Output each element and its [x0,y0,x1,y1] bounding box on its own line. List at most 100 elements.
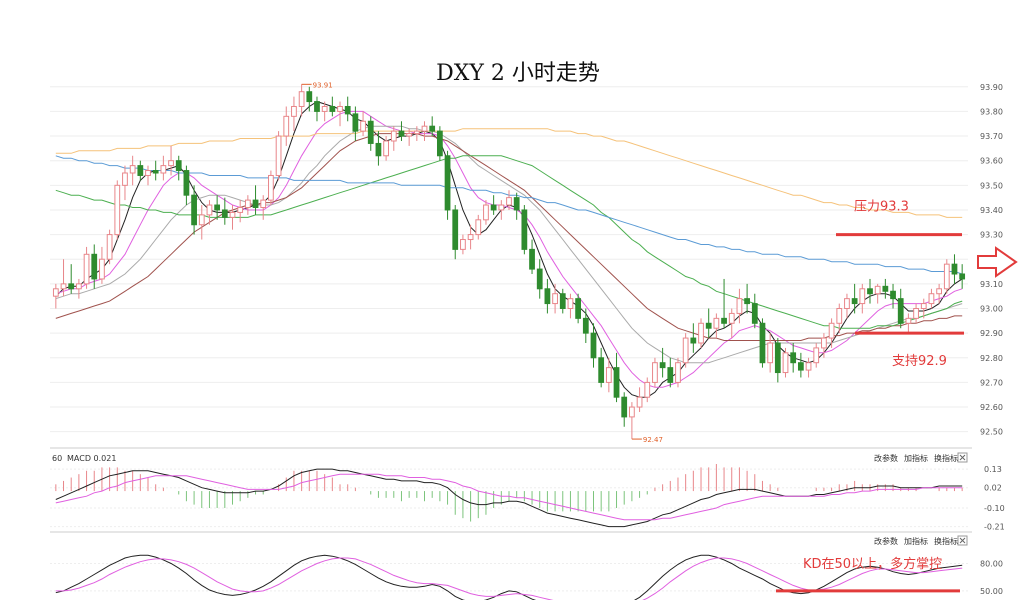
kd-annotation: KD在50以上，多方掌控 [803,556,942,572]
candle-body [751,303,758,324]
y-tick-label: 92.80 [980,354,1003,363]
candle-body [867,288,873,295]
candle-body [629,406,635,418]
candle-body [421,125,428,132]
candle-body [60,283,67,290]
candle-body [506,197,512,206]
candle-body [713,317,720,329]
candle-body [214,204,221,211]
candle-body [137,165,144,176]
toolbar-item: 换指标 [934,453,958,463]
candle-body [91,253,98,280]
candle-body [544,288,551,305]
candle-body [690,337,697,344]
candle [275,131,282,181]
candle-body [552,293,558,305]
main-panel [50,70,970,445]
candle-body [513,197,520,211]
candle-body [821,337,827,349]
candle-body [122,172,128,186]
y-tick-label: 92.90 [980,329,1003,338]
candle [943,259,950,294]
candle-body [375,142,382,157]
candle-body [483,204,489,221]
candle-body [521,209,528,250]
candle-body [306,91,313,103]
candle [782,347,789,378]
y-tick-label: 93.00 [980,305,1003,314]
candle-body [836,308,843,324]
candle-body [767,342,774,364]
macd-y-tick: 0.02 [984,484,1002,493]
candle-body [652,362,658,383]
candle [268,170,274,206]
candle-body [329,105,336,112]
candle-body [191,194,197,226]
candle-body [759,322,766,364]
candle-body [298,91,305,107]
y-tick-label: 93.30 [980,231,1003,240]
candle-body [582,317,589,334]
candle-body [283,115,290,137]
candle-body [905,317,912,324]
candle-body [897,298,904,324]
candle-body [460,239,466,250]
candle-body [275,135,282,176]
candle-body [613,367,620,398]
candle-body [321,105,328,112]
candle-body [928,293,935,305]
macd-panel: 0.13 0.02 -0.10 -0.21 [50,464,1005,532]
macd-label: MACD 0.021 [67,454,116,463]
candle-body [790,352,797,364]
candle-body [675,362,681,383]
candle-body [429,125,436,132]
macd-header: 60 MACD 0.021 [52,454,116,463]
y-tick-label: 92.60 [980,403,1003,412]
candle-body [398,130,405,137]
y-tick-label: 93.60 [980,157,1003,166]
kdj-y-tick: 80.00 [980,560,1003,569]
candle-body [168,160,174,167]
candle-body [367,120,374,144]
candle-body [705,322,712,329]
candle-body [183,170,190,196]
candle-body [813,347,820,364]
candle-body [260,199,267,208]
candle-body [844,298,850,310]
candle-body [567,298,574,310]
candle-body [106,234,113,260]
candle-body [951,263,958,275]
toolbar-item: 改参数 [874,536,898,546]
candle [759,318,766,368]
candle-body [851,298,858,305]
candle-body [268,174,274,201]
candle [652,357,658,388]
candle-body [452,209,459,250]
candle-body [475,219,482,236]
y-tick-label: 92.50 [980,428,1003,437]
y-tick-label: 93.10 [980,280,1003,289]
low-label: 92.47 [643,436,663,444]
macd-y-tick: -0.10 [984,504,1005,513]
candle-body [636,396,643,408]
y-tick-label: 93.90 [980,83,1003,92]
candle-body [936,288,942,295]
candle [682,333,689,368]
candle-body [175,160,182,172]
candle-body [129,165,136,174]
candle-body [436,130,443,157]
macd-period: 60 [52,454,62,463]
high-label: 93.91 [313,81,333,89]
support-label: 支持92.9 [892,354,947,369]
candle-body [160,165,167,174]
candle-body [913,308,919,319]
candle-body [114,184,121,236]
candle [698,318,704,348]
candle-body [413,130,420,135]
candle-body [314,101,320,112]
candle-body [229,211,236,218]
candle-body [221,209,228,218]
candle-body [152,170,159,174]
candle-body [145,170,151,176]
candle-body [774,342,781,374]
